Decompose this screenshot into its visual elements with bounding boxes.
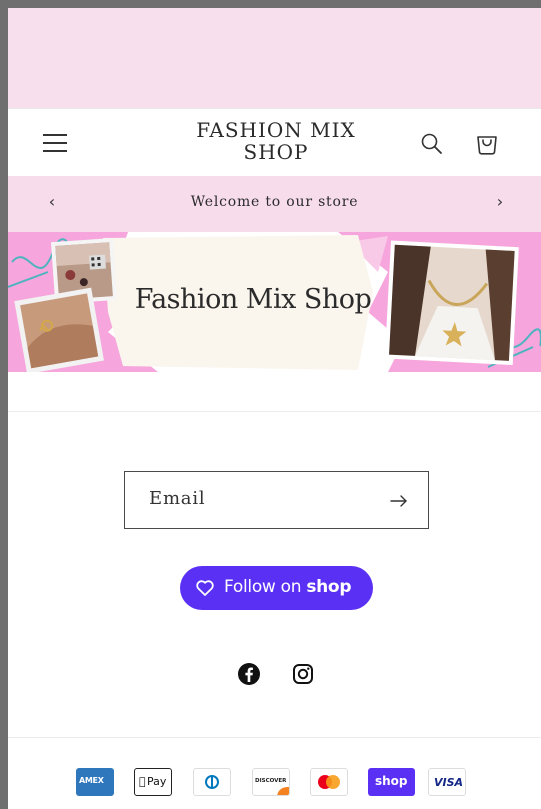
- section-divider: [8, 411, 541, 412]
- top-banner-area: [8, 8, 541, 108]
- facebook-icon[interactable]: [237, 662, 261, 686]
- logo-line-2: SHOP: [243, 140, 309, 164]
- announcement-bar: ‹ Welcome to our store ›: [8, 176, 541, 232]
- visa-icon: VISA: [428, 768, 466, 796]
- footer-divider: [8, 737, 541, 738]
- arrow-right-icon[interactable]: [387, 489, 411, 513]
- hamburger-menu-icon[interactable]: [43, 131, 69, 155]
- apple-pay-icon:  Pay: [134, 768, 172, 796]
- announcement-next-button[interactable]: ›: [488, 190, 512, 214]
- shop-pay-label: shop: [375, 774, 408, 788]
- site-header: FASHION MIX SHOP: [8, 108, 541, 176]
- payment-icons: AMEX  Pay DISCOVER s: [76, 768, 476, 798]
- apple-pay-label: Pay: [147, 775, 167, 788]
- cart-icon[interactable]: [473, 129, 501, 157]
- newsletter-email-field[interactable]: Email: [124, 471, 429, 529]
- page-frame: FASHION MIX SHOP ‹ Welcome to our store …: [8, 8, 541, 809]
- hero-banner[interactable]: Fashion Mix Shop: [8, 232, 541, 372]
- diners-club-icon: [193, 768, 231, 796]
- amex-label: AMEX: [79, 776, 104, 785]
- search-icon[interactable]: [419, 131, 445, 157]
- visa-label: VISA: [434, 776, 464, 789]
- follow-button-label: Follow on shop: [224, 577, 351, 597]
- discover-label: DISCOVER: [255, 778, 287, 784]
- mastercard-icon: [310, 768, 348, 796]
- amex-icon: AMEX: [76, 768, 114, 796]
- announcement-prev-button[interactable]: ‹: [40, 190, 64, 214]
- banner-title: Fashion Mix Shop: [134, 284, 372, 315]
- site-logo[interactable]: FASHION MIX SHOP: [158, 119, 394, 163]
- email-field-label: Email: [149, 488, 206, 509]
- follow-label-prefix: Follow on: [224, 577, 307, 597]
- discover-icon: DISCOVER: [252, 768, 290, 796]
- heart-icon: [196, 580, 214, 596]
- logo-line-1: FASHION MIX: [196, 118, 356, 142]
- instagram-icon[interactable]: [291, 662, 315, 686]
- announcement-text: Welcome to our store: [190, 194, 359, 210]
- follow-label-brand: shop: [306, 577, 352, 597]
- shop-pay-icon: shop: [368, 768, 415, 796]
- follow-on-shop-button[interactable]: Follow on shop: [180, 566, 373, 610]
